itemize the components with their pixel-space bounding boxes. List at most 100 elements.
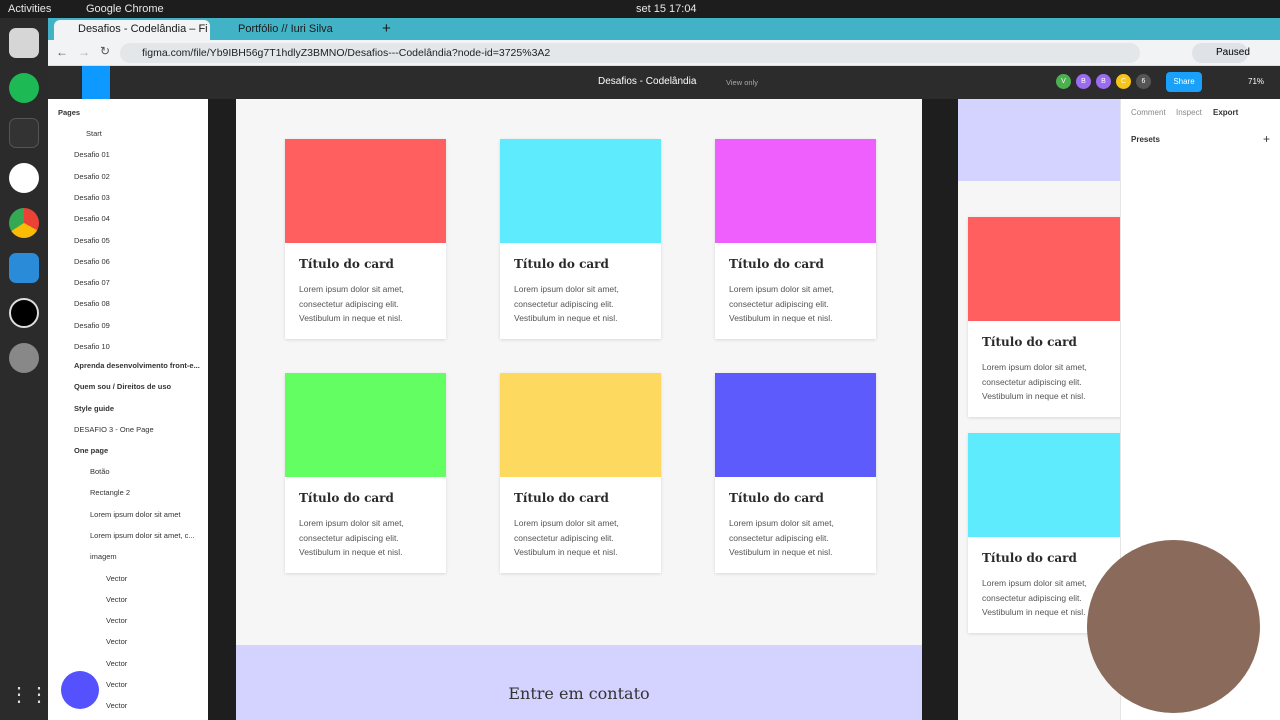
layer-page-item[interactable]: Desafio 09 [74, 321, 110, 337]
slack-icon[interactable] [9, 163, 39, 193]
card[interactable]: Título do card Lorem ipsum dolor sit amet… [500, 139, 661, 339]
url-input[interactable]: figma.com/file/Yb9IBH56g7T1hdlyZ3BMNO/De… [120, 43, 1140, 63]
card-text: Lorem ipsum dolor sit amet, consectetur … [299, 284, 404, 323]
add-preset-button[interactable]: + [1263, 132, 1270, 146]
card-title: Título do card [982, 551, 1077, 565]
card-title: Título do card [729, 491, 824, 505]
terminal-icon[interactable] [9, 118, 39, 148]
avatar[interactable]: B [1076, 74, 1091, 89]
reload-icon[interactable]: ↻ [100, 44, 110, 58]
card[interactable]: Título do card Lorem ipsum dolor sit amet… [715, 139, 876, 339]
layer-child-item[interactable]: Vector [106, 574, 127, 590]
illustration-header [958, 99, 1120, 181]
card-image [968, 433, 1120, 537]
card-image [715, 373, 876, 477]
card[interactable]: Título do card Lorem ipsum dolor sit amet… [715, 373, 876, 573]
vscode-icon[interactable] [9, 253, 39, 283]
layer-child-item[interactable]: Botão [90, 467, 110, 483]
layer-child-item[interactable]: Vector [106, 701, 127, 717]
card-title: Título do card [729, 257, 824, 271]
card-text: Lorem ipsum dolor sit amet, consectetur … [729, 284, 834, 323]
layer-frame-item[interactable]: One page [74, 446, 108, 462]
card-image [285, 373, 446, 477]
layer-page-item[interactable]: Desafio 05 [74, 236, 110, 252]
layer-child-item[interactable]: Lorem ipsum dolor sit amet [90, 510, 180, 526]
layer-child-item[interactable]: Vector [106, 637, 127, 653]
desktop-frame[interactable]: Título do card Lorem ipsum dolor sit amet… [236, 99, 922, 720]
card-image [715, 139, 876, 243]
back-icon[interactable]: ← [56, 45, 68, 59]
new-tab-icon[interactable]: + [382, 20, 391, 37]
chrome-icon[interactable] [9, 208, 39, 238]
card[interactable]: Título do card Lorem ipsum dolor sit amet… [968, 217, 1120, 417]
tab-inspect[interactable]: Inspect [1176, 108, 1202, 117]
card-image [285, 139, 446, 243]
card-text: Lorem ipsum dolor sit amet, consectetur … [299, 518, 404, 557]
files-icon[interactable] [9, 28, 39, 58]
layer-page-item[interactable]: Desafio 02 [74, 172, 110, 188]
avatar[interactable]: C [1116, 74, 1131, 89]
card-text: Lorem ipsum dolor sit amet, consectetur … [982, 362, 1087, 401]
card-image [968, 217, 1120, 321]
layer-page-item[interactable]: Start [86, 129, 102, 145]
os-top-bar: Activities Google Chrome set 15 17:04 [0, 0, 1280, 18]
pages-label: Pages [58, 108, 81, 117]
layer-child-item[interactable]: Vector [106, 595, 127, 611]
dock: ⋮⋮ [0, 18, 49, 720]
app-grid-icon[interactable]: ⋮⋮ [9, 682, 49, 712]
activities-button[interactable]: Activities [8, 3, 51, 15]
clock[interactable]: set 15 17:04 [636, 3, 697, 15]
layer-page-item[interactable]: Desafio 04 [74, 214, 110, 230]
layer-page-item[interactable]: Desafio 06 [74, 257, 110, 273]
move-tool-button[interactable] [82, 66, 110, 99]
card-title: Título do card [982, 335, 1077, 349]
avatar[interactable]: 6 [1136, 74, 1151, 89]
obs-icon[interactable] [9, 298, 39, 328]
layer-child-item[interactable]: Rectangle 2 [90, 488, 130, 504]
layer-child-item[interactable]: Vector [106, 616, 127, 632]
card[interactable]: Título do card Lorem ipsum dolor sit amet… [500, 373, 661, 573]
card[interactable]: Título do card Lorem ipsum dolor sit amet… [285, 139, 446, 339]
layer-page-item[interactable]: Desafio 07 [74, 278, 110, 294]
help-widget-button[interactable] [61, 671, 99, 709]
card-image [500, 139, 661, 243]
spotify-icon[interactable] [9, 73, 39, 103]
layer-frame-item[interactable]: DESAFIO 3 - One Page [74, 425, 154, 441]
tab-comment[interactable]: Comment [1131, 108, 1166, 117]
layer-page-item[interactable]: Desafio 10 [74, 342, 110, 358]
file-title[interactable]: Desafios - Codelândia [598, 76, 696, 87]
layer-child-item[interactable]: imagem [90, 552, 117, 568]
contact-section: Entre em contato [236, 645, 922, 720]
card-title: Título do card [299, 257, 394, 271]
layer-child-item[interactable]: Vector [106, 659, 127, 675]
layer-page-item[interactable]: Desafio 01 [74, 150, 110, 166]
share-button[interactable]: Share [1166, 72, 1202, 92]
forward-icon[interactable]: → [78, 45, 90, 59]
disk-icon[interactable] [9, 343, 39, 373]
app-menu[interactable]: Google Chrome [86, 3, 164, 15]
layer-frame-item[interactable]: Style guide [74, 404, 114, 420]
layer-child-item[interactable]: Lorem ipsum dolor sit amet, c... [90, 531, 195, 547]
contact-heading: Entre em contato [508, 684, 650, 703]
layer-child-item[interactable]: Vector [106, 680, 127, 696]
card-text: Lorem ipsum dolor sit amet, consectetur … [729, 518, 834, 557]
card-title: Título do card [299, 491, 394, 505]
layer-frame-item[interactable]: Aprenda desenvolvimento front-e... [74, 361, 200, 377]
card-text: Lorem ipsum dolor sit amet, consectetur … [514, 518, 619, 557]
figma-toolbar: Desafios - Codelândia View only V B B C … [48, 66, 1280, 99]
zoom-level[interactable]: 71% [1248, 77, 1264, 86]
layer-page-item[interactable]: Desafio 03 [74, 193, 110, 209]
tab-portfolio[interactable]: Portfólio // Iuri Silva [214, 20, 374, 40]
avatar[interactable]: V [1056, 74, 1071, 89]
avatar[interactable]: B [1096, 74, 1111, 89]
layer-frame-item[interactable]: Quem sou / Direitos de uso [74, 382, 171, 398]
view-only-label: View only [726, 78, 758, 87]
layer-page-item[interactable]: Desafio 08 [74, 299, 110, 315]
card[interactable]: Título do card Lorem ipsum dolor sit amet… [285, 373, 446, 573]
browser-tab-strip: Desafios - Codelândia – Fi Portfólio // … [48, 18, 1280, 40]
profile-paused-button[interactable]: Paused [1192, 43, 1250, 63]
tab-export[interactable]: Export [1213, 108, 1238, 117]
tab-figma[interactable]: Desafios - Codelândia – Fi [54, 20, 210, 40]
layers-panel: Pages Start Desafio 01 Desafio 02 Desafio 0… [48, 99, 208, 720]
address-bar: ← → ↻ figma.com/file/Yb9IBH56g7T1hdlyZ3B… [48, 40, 1280, 66]
